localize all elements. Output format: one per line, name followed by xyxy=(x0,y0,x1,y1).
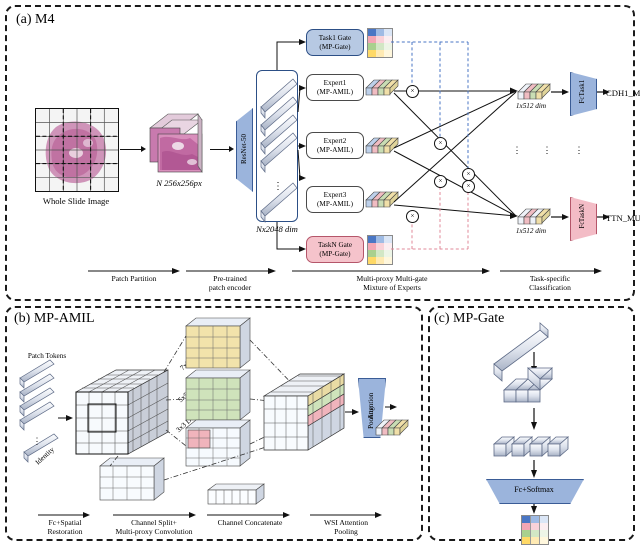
mp-gate-flow xyxy=(492,322,570,514)
fc-softmax-label: Fc+Softmax xyxy=(514,485,554,494)
mp-gate-output-matrix xyxy=(521,515,549,545)
figure-canvas: (a) M4 Whole Slide Image N 256x256px Res… xyxy=(0,0,640,546)
